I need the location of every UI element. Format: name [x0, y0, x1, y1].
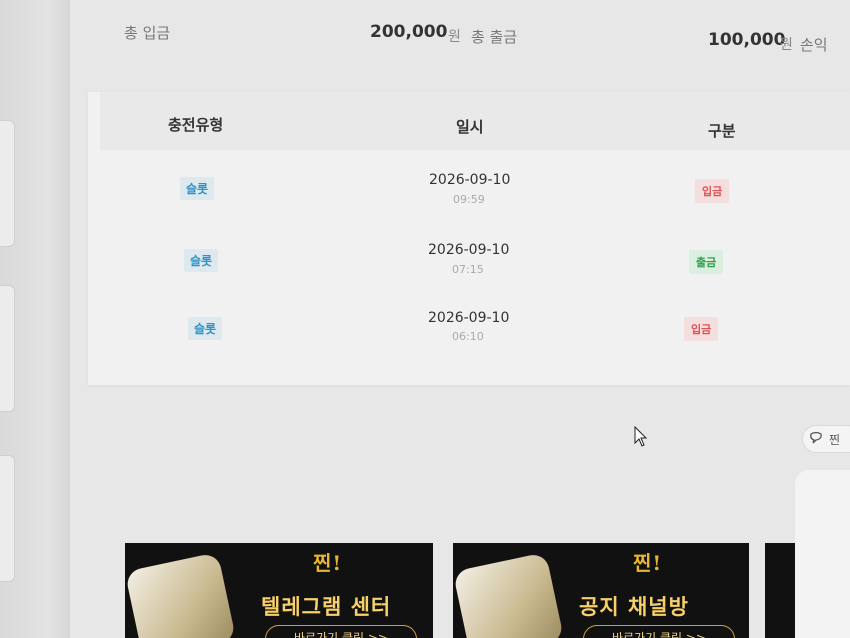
charge-type-badge: 슬롯	[188, 317, 223, 340]
total-deposit-label: 총 입금	[124, 24, 171, 42]
deposit-unit: 원	[448, 29, 461, 45]
row-time: 06:10	[452, 330, 484, 343]
summary-bar: 총 입금 200,000 원 총 출금 100,000 원 손익	[72, 0, 850, 80]
telegram-plane-icon	[125, 552, 237, 638]
banner-cta-button[interactable]: 바로가기 클릭 >>	[583, 625, 735, 638]
column-header-kind: 구분	[708, 122, 736, 140]
withdraw-badge: 출금	[689, 250, 724, 274]
table-row: 슬롯 2026-09-10 07:15 출금	[88, 234, 850, 294]
banner-logo: 찐!	[633, 551, 663, 575]
table-row: 슬롯 2026-09-10 06:10 입금	[88, 302, 850, 362]
total-withdraw-label: 총 출금	[471, 28, 518, 46]
side-panel-card	[795, 470, 850, 638]
mouse-cursor-icon	[634, 426, 648, 447]
row-date: 2026-09-10	[429, 172, 511, 188]
withdraw-unit: 원	[780, 37, 793, 53]
left-sidebar	[0, 0, 70, 638]
side-widget-label: 찐	[829, 433, 841, 447]
notice-channel-banner[interactable]: 찐! 공지 채널방 바로가기 클릭 >>	[453, 543, 749, 638]
sidebar-tab[interactable]	[0, 455, 15, 582]
row-time: 09:59	[453, 193, 485, 206]
banner-cta-button[interactable]: 바로가기 클릭 >>	[265, 625, 417, 638]
transaction-table: 충전유형 일시 구분 슬롯 2026-09-10 09:59 입금 슬롯 202…	[88, 92, 850, 385]
telegram-center-banner[interactable]: 찐! 텔레그램 센터 바로가기 클릭 >>	[125, 543, 433, 638]
column-header-type: 충전유형	[168, 116, 224, 134]
partial-banner[interactable]	[765, 543, 795, 638]
banner-title: 텔레그램 센터	[261, 595, 392, 619]
banner-title: 공지 채널방	[579, 595, 689, 619]
sidebar-tab[interactable]	[0, 120, 15, 247]
sidebar-tab[interactable]	[0, 285, 15, 412]
row-date: 2026-09-10	[428, 242, 510, 258]
banner-logo: 찐!	[313, 551, 343, 575]
table-header: 충전유형 일시 구분	[100, 92, 850, 150]
total-withdraw-amount: 100,000	[708, 30, 786, 50]
column-header-datetime: 일시	[456, 118, 484, 136]
total-deposit-amount: 200,000	[370, 22, 448, 42]
profit-label: 손익	[800, 36, 828, 54]
charge-type-badge: 슬롯	[184, 249, 219, 272]
charge-type-badge: 슬롯	[180, 177, 215, 200]
deposit-badge: 입금	[684, 317, 719, 341]
row-date: 2026-09-10	[428, 310, 510, 326]
table-row: 슬롯 2026-09-10 09:59 입금	[88, 164, 850, 224]
megaphone-icon	[453, 552, 565, 638]
row-time: 07:15	[452, 263, 484, 276]
deposit-badge: 입금	[695, 179, 730, 203]
chat-icon	[810, 431, 822, 444]
